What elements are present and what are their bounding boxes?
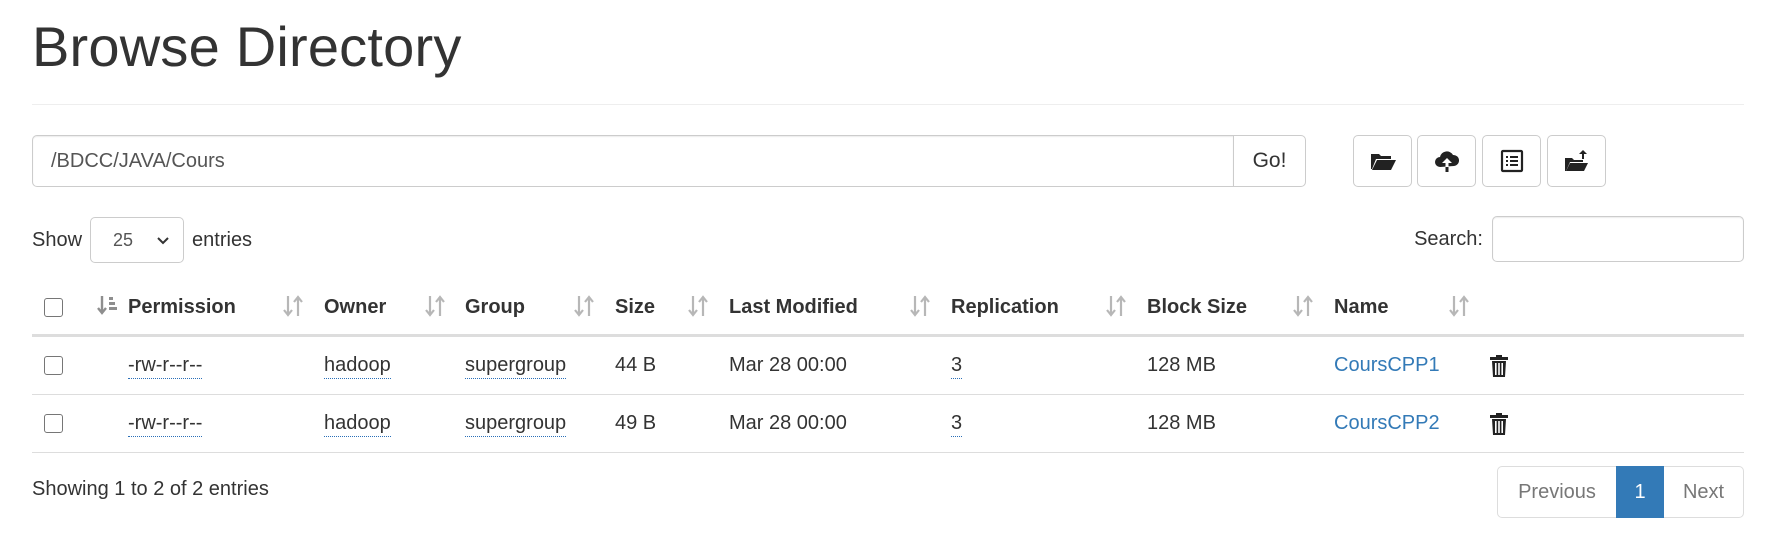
folder-move-icon [1564, 150, 1588, 171]
folder-open-icon [1370, 154, 1396, 170]
cloud-upload-icon [1434, 151, 1459, 172]
entries-per-page-select[interactable]: 25 [90, 217, 185, 263]
pagination: Previous 1 Next [1497, 466, 1744, 518]
column-block-size[interactable]: Block Size [1147, 281, 1247, 334]
sort-asc-icon[interactable] [97, 293, 119, 319]
sort-both-icon[interactable] [424, 293, 446, 319]
replication-value[interactable]: 3 [951, 353, 963, 379]
next-page-button[interactable]: Next [1663, 466, 1744, 518]
column-owner[interactable]: Owner [324, 281, 386, 334]
sort-both-icon[interactable] [909, 293, 931, 319]
select-all-checkbox[interactable] [44, 298, 63, 317]
row-checkbox[interactable] [44, 356, 63, 375]
sort-both-icon[interactable] [1292, 293, 1314, 319]
size-value: 49 B [615, 412, 657, 434]
sort-both-icon[interactable] [687, 293, 709, 319]
block-size-value: 128 MB [1147, 354, 1216, 376]
table-row: -rw-r--r-- hadoop supergroup 44 B Mar 28… [32, 337, 1744, 395]
owner-value: hadoop [324, 353, 391, 379]
owner-value: hadoop [324, 411, 391, 437]
go-button[interactable]: Go! [1233, 135, 1306, 187]
trash-icon [1490, 412, 1508, 435]
chevron-down-icon [157, 237, 169, 245]
file-table: Permission Owner Group Size Last Modifie… [32, 281, 1744, 453]
sort-both-icon[interactable] [573, 293, 595, 319]
permission-value[interactable]: -rw-r--r-- [128, 353, 203, 379]
delete-button[interactable] [1488, 337, 1510, 394]
sort-both-icon[interactable] [1105, 293, 1127, 319]
path-bar: Go! [32, 135, 1306, 187]
show-label: Show [32, 228, 83, 251]
sort-both-icon[interactable] [1448, 293, 1470, 319]
trash-icon [1490, 354, 1508, 377]
column-size[interactable]: Size [615, 281, 655, 334]
column-permission[interactable]: Permission [128, 281, 236, 334]
column-name[interactable]: Name [1334, 281, 1388, 334]
entries-per-page-value: 25 [113, 229, 134, 250]
browse-directory-page: Browse Directory Go! Sho [0, 0, 1770, 548]
replication-value[interactable]: 3 [951, 411, 963, 437]
table-row: -rw-r--r-- hadoop supergroup 49 B Mar 28… [32, 395, 1744, 453]
search-input[interactable] [1492, 216, 1744, 262]
table-info: Showing 1 to 2 of 2 entries [32, 478, 269, 500]
table-header: Permission Owner Group Size Last Modifie… [32, 281, 1744, 337]
size-value: 44 B [615, 354, 657, 376]
column-last-modified[interactable]: Last Modified [729, 281, 858, 334]
previous-page-button[interactable]: Previous [1497, 466, 1617, 518]
select-all-checkbox-cell [44, 281, 63, 334]
group-value: supergroup [465, 353, 567, 379]
page-title: Browse Directory [32, 15, 462, 78]
list-alt-icon [1500, 149, 1523, 173]
column-group[interactable]: Group [465, 281, 525, 334]
cut-paste-button[interactable] [1547, 135, 1606, 187]
directory-path-input[interactable] [32, 135, 1233, 187]
permission-value[interactable]: -rw-r--r-- [128, 411, 203, 437]
entries-length-control: Show 25 entries [32, 217, 252, 263]
group-value: supergroup [465, 411, 567, 437]
block-size-value: 128 MB [1147, 412, 1216, 434]
list-view-button[interactable] [1482, 135, 1541, 187]
sort-both-icon[interactable] [282, 293, 304, 319]
delete-button[interactable] [1488, 395, 1510, 452]
search-label: Search: [1414, 227, 1483, 250]
last-modified-value: Mar 28 00:00 [729, 354, 847, 376]
file-name-link[interactable]: CoursCPP2 [1334, 395, 1440, 452]
page-1-button[interactable]: 1 [1616, 466, 1664, 518]
upload-files-button[interactable] [1417, 135, 1476, 187]
last-modified-value: Mar 28 00:00 [729, 412, 847, 434]
create-directory-button[interactable] [1353, 135, 1412, 187]
file-name-link[interactable]: CoursCPP1 [1334, 337, 1440, 394]
title-divider [32, 104, 1744, 105]
column-replication[interactable]: Replication [951, 281, 1059, 334]
table-search: Search: [1414, 216, 1744, 262]
entries-label: entries [192, 228, 253, 251]
row-checkbox[interactable] [44, 414, 63, 433]
